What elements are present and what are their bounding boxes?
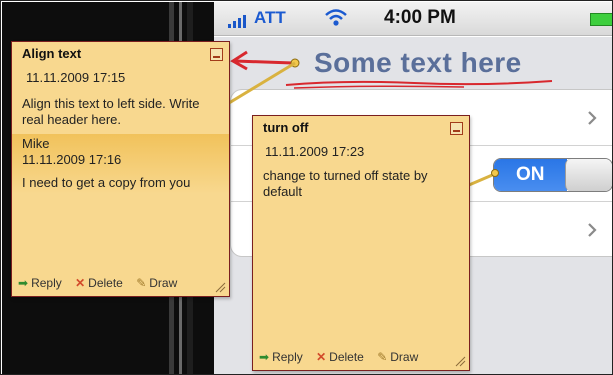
delete-x-icon: ✕ <box>75 276 86 290</box>
battery-icon <box>590 13 612 26</box>
screenshot-frame: ATT 4:00 PM ON Some text here Align text… <box>0 0 613 375</box>
reply-arrow-icon: ➡ <box>259 350 270 364</box>
draw-button[interactable]: ✎ Draw <box>377 350 418 364</box>
note-date: 11.11.2009 17:15 <box>26 70 126 85</box>
reply-date: 11.11.2009 17:16 <box>22 152 122 167</box>
switch-on-label: ON <box>516 164 545 185</box>
note-date: 11.11.2009 17:23 <box>265 144 365 159</box>
reply-button[interactable]: ➡ Reply <box>259 350 303 364</box>
reply-text: I need to get a copy from you <box>22 175 191 190</box>
delete-button[interactable]: ✕ Delete <box>75 276 123 290</box>
note-text: Align this text to left side. Write real… <box>22 96 200 127</box>
delete-x-icon: ✕ <box>316 350 327 364</box>
reply-arrow-icon: ➡ <box>18 276 29 290</box>
note-text: change to turned off state by default <box>263 168 428 199</box>
pencil-icon: ✎ <box>377 350 388 364</box>
note-title: Align text <box>22 46 82 61</box>
resize-grip-icon[interactable] <box>454 355 466 367</box>
sticky-note[interactable]: turn off 11.11.2009 17:23 change to turn… <box>252 115 470 371</box>
note-connector <box>469 169 499 187</box>
red-underline-mark <box>285 80 553 89</box>
note-connector <box>229 61 296 105</box>
note-actions: ➡ Reply ✕ Delete ✎ Draw <box>18 276 187 290</box>
note-actions: ➡ Reply ✕ Delete ✎ Draw <box>259 350 428 364</box>
switch-knob[interactable] <box>565 159 612 191</box>
delete-button[interactable]: ✕ Delete <box>316 350 364 364</box>
minimize-icon[interactable] <box>450 122 463 135</box>
sticky-note[interactable]: Align text 11.11.2009 17:15 Align this t… <box>11 41 230 297</box>
carrier-name: ATT <box>254 8 286 27</box>
reply-button[interactable]: ➡ Reply <box>18 276 62 290</box>
pencil-icon: ✎ <box>136 276 147 290</box>
note-title: turn off <box>263 120 309 135</box>
status-time: 4:00 PM <box>384 7 456 28</box>
draw-button[interactable]: ✎ Draw <box>136 276 177 290</box>
minimize-icon[interactable] <box>210 48 223 61</box>
status-bar: ATT 4:00 PM <box>214 2 612 36</box>
reply-author: Mike <box>22 136 50 151</box>
chevron-right-icon <box>588 223 597 237</box>
chevron-right-icon <box>588 111 597 125</box>
signal-strength-icon <box>228 14 252 28</box>
resize-grip-icon[interactable] <box>214 281 226 293</box>
annotated-heading: Some text here <box>314 47 522 78</box>
wifi-icon <box>325 9 347 26</box>
on-off-switch[interactable]: ON <box>493 158 612 192</box>
